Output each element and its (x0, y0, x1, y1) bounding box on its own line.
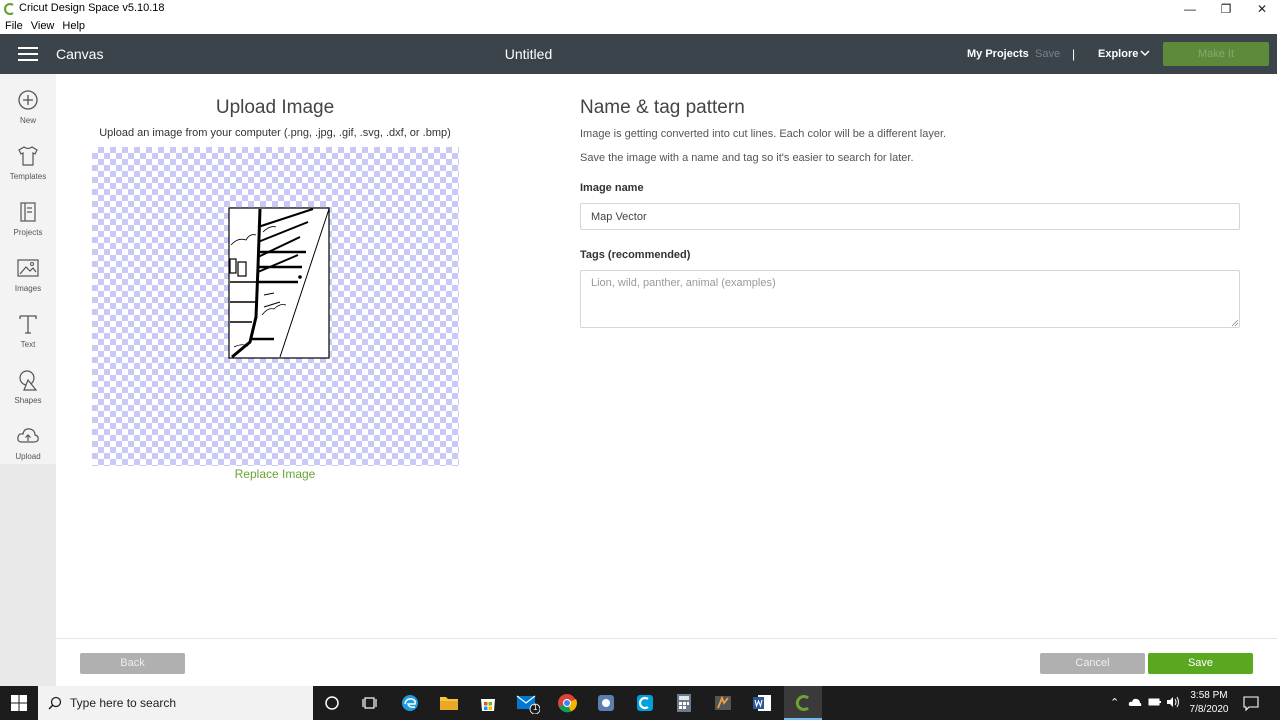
cancel-button[interactable]: Cancel (1040, 653, 1145, 674)
document-title: Untitled (504, 46, 553, 62)
hamburger-menu-icon[interactable] (18, 47, 38, 61)
task-view-icon[interactable] (358, 691, 382, 715)
mail-badge: 1 (533, 703, 538, 712)
notification-center-icon[interactable] (1243, 695, 1259, 711)
image-icon (17, 259, 39, 277)
battery-icon[interactable] (1148, 697, 1162, 707)
design-app-icon[interactable] (711, 691, 735, 715)
onedrive-icon[interactable] (1128, 697, 1142, 707)
tray-chevron-up-icon[interactable]: ⌃ (1110, 696, 1119, 709)
replace-image-link[interactable]: Replace Image (200, 467, 350, 481)
taskbar-active-cricut[interactable] (784, 686, 822, 720)
restore-button[interactable]: ❐ (1208, 0, 1244, 18)
file-explorer-icon[interactable] (437, 691, 461, 715)
image-name-label: Image name (580, 182, 644, 194)
image-name-input[interactable] (580, 203, 1240, 230)
sidebar-item-label: New (19, 116, 36, 125)
sidebar-item-projects[interactable]: Projects (0, 190, 56, 246)
clock-time: 3:58 PM (1190, 690, 1228, 701)
sidebar-lower-panel (0, 464, 56, 686)
shapes-icon (19, 370, 38, 391)
explore-dropdown[interactable]: Explore (1098, 48, 1138, 60)
edge-browser-icon[interactable] (398, 691, 422, 715)
upload-subtitle: Upload an image from your computer (.png… (99, 127, 451, 139)
taskbar-search-placeholder: Type here to search (70, 696, 177, 710)
make-it-button[interactable]: Make It (1163, 42, 1269, 66)
plus-circle-icon (18, 90, 38, 110)
text-icon (19, 315, 37, 334)
cloud-upload-icon (17, 428, 39, 443)
close-window-button[interactable]: ✕ (1244, 0, 1280, 18)
windows-taskbar: Type here to search 1 ⌃ 3:58 PM 7/8/2020 (0, 686, 1280, 720)
sidebar-item-images[interactable]: Images (0, 246, 56, 302)
menu-bar: File View Help (0, 18, 1280, 34)
app-icon-blue[interactable] (594, 691, 618, 715)
menu-file[interactable]: File (5, 18, 23, 34)
sidebar-item-label: Templates (9, 172, 47, 181)
menu-view[interactable]: View (31, 18, 55, 34)
footer-divider (56, 638, 1277, 639)
menu-help[interactable]: Help (62, 18, 85, 34)
cortana-icon[interactable] (320, 691, 344, 715)
sidebar-item-label: Text (20, 340, 36, 349)
window-titlebar: Cricut Design Space v5.10.18 — ❐ ✕ (0, 0, 1280, 18)
tags-label: Tags (recommended) (580, 249, 691, 261)
upload-title: Upload Image (215, 97, 335, 118)
projects-icon (20, 202, 36, 222)
form-description: Image is getting converted into cut line… (580, 128, 947, 140)
sidebar-item-label: Upload (15, 452, 41, 461)
image-preview (92, 147, 459, 466)
sidebar-item-text[interactable]: Text (0, 302, 56, 358)
tags-input[interactable] (580, 270, 1240, 328)
form-title: Name & tag pattern (580, 97, 745, 118)
microsoft-store-icon[interactable] (476, 691, 500, 715)
chrome-icon[interactable] (555, 691, 579, 715)
windows-start-icon[interactable] (0, 686, 38, 720)
resize-grip-icon[interactable] (1231, 319, 1239, 327)
save-button[interactable]: Save (1148, 653, 1253, 674)
search-icon (48, 696, 62, 710)
chevron-down-icon[interactable] (1140, 48, 1150, 58)
tshirt-icon (18, 146, 38, 166)
taskbar-search[interactable]: Type here to search (38, 686, 313, 720)
cricut-c-icon[interactable] (633, 691, 657, 715)
sidebar-item-new[interactable]: New (0, 78, 56, 134)
window-title: Cricut Design Space v5.10.18 (19, 2, 165, 14)
calculator-icon[interactable] (672, 691, 696, 715)
sidebar-item-label: Projects (13, 228, 43, 237)
form-description-2: Save the image with a name and tag so it… (580, 152, 914, 164)
sidebar-item-label: Images (14, 284, 42, 293)
back-button[interactable]: Back (80, 653, 185, 674)
clock-date: 7/8/2020 (1189, 704, 1229, 715)
word-icon[interactable] (750, 691, 774, 715)
header-save-link[interactable]: Save (1035, 48, 1060, 60)
sidebar-item-shapes[interactable]: Shapes (0, 358, 56, 414)
section-title: Canvas (56, 46, 104, 62)
taskbar-clock[interactable]: 3:58 PM 7/8/2020 (1186, 689, 1232, 717)
cricut-logo-icon (4, 3, 14, 15)
header-separator: | (1072, 47, 1076, 61)
minimize-button[interactable]: — (1172, 0, 1208, 18)
mail-icon[interactable]: 1 (516, 691, 540, 715)
map-vector-image (228, 207, 330, 359)
sidebar-item-upload[interactable]: Upload (0, 414, 56, 470)
app-header: Canvas Untitled My Projects Save | Explo… (0, 34, 1277, 74)
sidebar-item-label: Shapes (14, 396, 42, 405)
sidebar-item-templates[interactable]: Templates (0, 134, 56, 190)
my-projects-link[interactable]: My Projects (967, 48, 1029, 60)
volume-icon[interactable] (1166, 696, 1180, 708)
left-sidebar: New Templates Projects Images Text Shape… (0, 74, 56, 686)
